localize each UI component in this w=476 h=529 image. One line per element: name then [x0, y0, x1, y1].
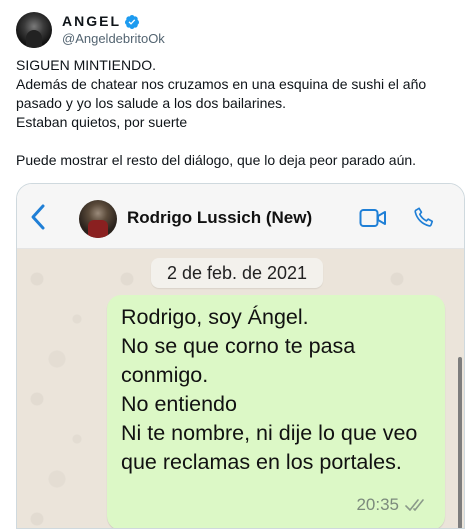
message-meta: 20:35 — [356, 495, 429, 515]
chat-area: 2 de feb. de 2021 Rodrigo, soy Ángel. No… — [17, 249, 464, 528]
double-check-icon — [405, 499, 424, 511]
tweet-text-line: Puede mostrar el resto del diálogo, que … — [16, 152, 417, 168]
tweet-media-screenshot[interactable]: Rodrigo Lussich (New) 2 de feb. de 2021 … — [16, 183, 465, 529]
back-chevron-icon — [31, 204, 45, 230]
tweet-header: ANGEL @AngeldebritoOk — [16, 12, 165, 48]
author-avatar[interactable] — [16, 12, 52, 48]
tweet-text-line: Estaban quietos, por suerte — [16, 114, 188, 130]
message-line: conmigo. — [121, 363, 209, 387]
contact-name: Rodrigo Lussich (New) — [127, 208, 313, 227]
author-names: ANGEL @AngeldebritoOk — [62, 13, 165, 47]
message-line: No entiendo — [121, 392, 237, 416]
display-name-row: ANGEL — [62, 13, 165, 30]
author-display-name[interactable]: ANGEL — [62, 13, 121, 30]
tweet-text-line: Además de chatear nos cruzamos en una es… — [16, 76, 427, 111]
date-separator: 2 de feb. de 2021 — [151, 258, 323, 288]
phone-call-icon — [414, 207, 434, 227]
message-line: que reclamas en los portales. — [121, 450, 402, 474]
message-line: No se que corno te pasa — [121, 334, 356, 358]
video-call-icon — [359, 209, 386, 227]
chat-header: Rodrigo Lussich (New) — [17, 184, 464, 249]
tweet-text-gap — [16, 132, 461, 151]
message-line: Rodrigo, soy Ángel. — [121, 305, 309, 329]
tweet-text-line: SIGUEN MINTIENDO. — [16, 57, 157, 73]
message-line: Ni te nombre, ni dije lo que veo — [121, 421, 418, 445]
tweet-text: SIGUEN MINTIENDO. Además de chatear nos … — [16, 56, 461, 170]
contact-avatar — [79, 200, 117, 238]
author-handle[interactable]: @AngeldebritoOk — [62, 30, 165, 47]
message-time: 20:35 — [356, 495, 399, 514]
outgoing-message-bubble[interactable]: Rodrigo, soy Ángel. No se que corno te p… — [107, 295, 445, 528]
chat-scrollbar[interactable] — [458, 357, 462, 528]
verified-badge-icon — [124, 14, 139, 29]
